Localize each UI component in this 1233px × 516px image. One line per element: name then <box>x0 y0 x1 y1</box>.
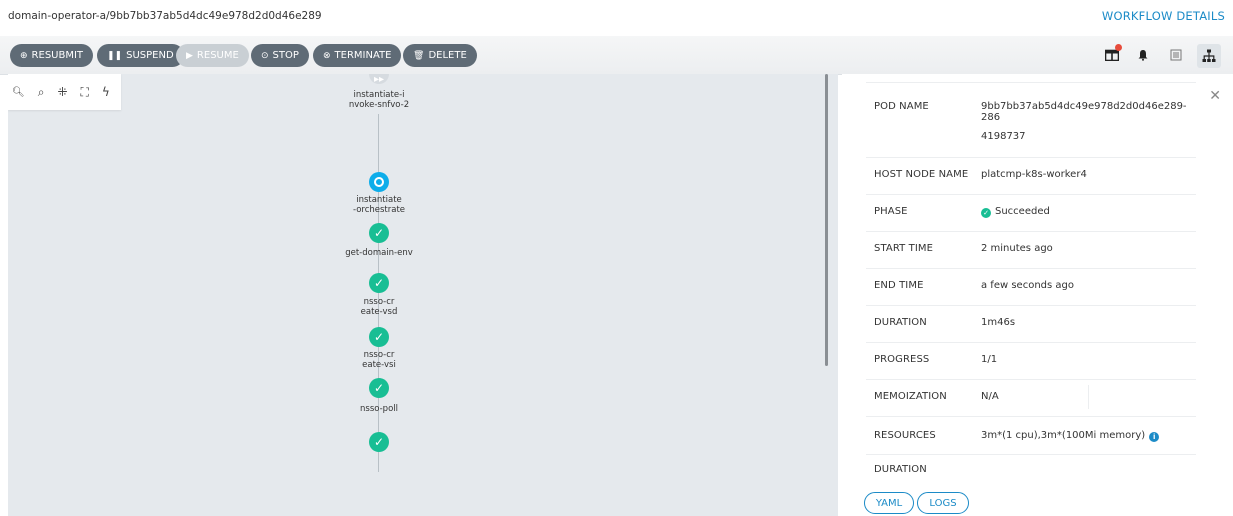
row-start-time: START TIME 2 minutes ago <box>866 231 1196 269</box>
resubmit-button[interactable]: ⊕ RESUBMIT <box>10 44 94 67</box>
terminate-label: TERMINATE <box>334 50 392 61</box>
suspend-label: SUSPEND <box>126 50 174 61</box>
graph-node-get-domain-env[interactable]: ✓ <box>369 223 389 243</box>
row-value: 1/1 <box>981 354 998 365</box>
row-memoization: MEMOIZATION N/A <box>866 379 1196 417</box>
node-label: nsso-poll <box>360 404 398 414</box>
row-phase: PHASE ✓ Succeeded <box>866 194 1196 232</box>
row-value: a few seconds ago <box>981 280 1074 291</box>
row-value: ✓ Succeeded <box>981 206 1050 218</box>
delete-label: DELETE <box>428 50 467 61</box>
row-key: DURATION <box>874 464 927 475</box>
close-icon[interactable]: ✕ <box>1209 88 1221 104</box>
node-label: get-domain-env <box>345 248 413 258</box>
zoom-out-icon[interactable]: 🔍︎ <box>12 87 25 98</box>
trash-icon: 🗑 <box>413 50 425 61</box>
row-value: 2 minutes ago <box>981 243 1053 254</box>
top-bar: domain-operator-a/9bb7bb37ab5d4dc49e978d… <box>0 0 1233 34</box>
phase-value: Succeeded <box>995 206 1050 217</box>
logs-button[interactable]: LOGS <box>917 492 969 514</box>
delete-button[interactable]: 🗑 DELETE <box>403 44 477 67</box>
play-icon: ▶ <box>186 50 193 61</box>
row-host-node-name: HOST NODE NAME platcmp-k8s-worker4 <box>866 157 1196 195</box>
workflow-details-link[interactable]: WORKFLOW DETAILS <box>1102 9 1225 23</box>
search-icon[interactable]: ⌕ <box>38 85 45 100</box>
row-value-cont: 4198737 <box>981 131 1026 142</box>
graph-scrollbar[interactable] <box>825 74 828 366</box>
times-circle-icon: ⊗ <box>323 50 331 61</box>
row-value: 9bb7bb37ab5d4dc49e978d2d0d46e289-286 <box>981 101 1187 123</box>
graph-node-nsso-create-vsd[interactable]: ✓ <box>369 273 389 293</box>
stop-button[interactable]: ⊙ STOP <box>251 44 309 67</box>
stop-circle-icon: ⊙ <box>261 50 269 61</box>
plus-circle-icon: ⊕ <box>20 50 28 61</box>
cell-divider <box>1088 385 1089 409</box>
graph-node-instantiate-orchestrate[interactable] <box>369 172 389 192</box>
sitemap-icon[interactable] <box>1197 44 1221 68</box>
node-details-panel: ✕ POD NAME 9bb7bb37ab5d4dc49e978d2d0d46e… <box>842 74 1233 516</box>
row-key: RESOURCES <box>874 430 936 441</box>
graph-node-instantiate-invoke[interactable]: ▸▸ <box>369 74 389 85</box>
stop-label: STOP <box>272 50 299 61</box>
row-key: POD NAME <box>874 101 929 112</box>
breadcrumb[interactable]: domain-operator-a/9bb7bb37ab5d4dc49e978d… <box>8 10 322 22</box>
row-key: MEMOIZATION <box>874 391 947 402</box>
row-key: PHASE <box>874 206 908 217</box>
graph-node-final[interactable]: ✓ <box>369 432 389 452</box>
graph-zoom-tools: 🔍︎ ⌕ ⁜ ⛶ ϟ <box>8 74 121 110</box>
node-label: instantiate-i nvoke-snfvo-2 <box>348 90 410 110</box>
row-duration-2: DURATION <box>866 454 1196 484</box>
node-label: nsso-cr eate-vsi <box>362 350 396 370</box>
fullscreen-icon[interactable]: ⛶ <box>81 85 89 100</box>
graph-edge <box>378 114 379 172</box>
row-resources: RESOURCES 3m*(1 cpu),3m*(100Mi memory) i <box>866 416 1196 455</box>
check-circle-icon: ✓ <box>981 208 991 218</box>
resume-button[interactable]: ▶ RESUME <box>176 44 249 67</box>
suspend-button[interactable]: ❚❚ SUSPEND <box>97 44 184 67</box>
expand-icon[interactable]: ⁜ <box>57 85 67 99</box>
bolt-icon[interactable]: ϟ <box>102 85 110 99</box>
list-icon[interactable] <box>1167 46 1185 64</box>
bell-icon[interactable] <box>1134 46 1152 64</box>
row-key: PROGRESS <box>874 354 930 365</box>
row-key: DURATION <box>874 317 927 328</box>
workflow-graph[interactable]: 🔍︎ ⌕ ⁜ ⛶ ϟ ▸▸ instantiate-i nvoke-snfvo-… <box>8 74 838 516</box>
graph-node-nsso-poll[interactable]: ✓ <box>369 378 389 398</box>
row-pod-name: POD NAME 9bb7bb37ab5d4dc49e978d2d0d46e28… <box>866 82 1196 158</box>
columns-icon[interactable] <box>1103 44 1122 64</box>
pause-icon: ❚❚ <box>107 50 123 61</box>
graph-node-nsso-create-vsi[interactable]: ✓ <box>369 327 389 347</box>
row-key: END TIME <box>874 280 924 291</box>
row-value: 1m46s <box>981 317 1016 328</box>
resume-label: RESUME <box>196 50 239 61</box>
row-value: N/A <box>981 391 999 402</box>
row-value: platcmp-k8s-worker4 <box>981 169 1087 180</box>
resubmit-label: RESUBMIT <box>31 50 84 61</box>
row-duration: DURATION 1m46s <box>866 305 1196 343</box>
row-progress: PROGRESS 1/1 <box>866 342 1196 380</box>
toolbar: ⊕ RESUBMIT ❚❚ SUSPEND ▶ RESUME ⊙ STOP ⊗ … <box>0 36 1233 75</box>
row-key: HOST NODE NAME <box>874 169 969 180</box>
row-key: START TIME <box>874 243 934 254</box>
row-end-time: END TIME a few seconds ago <box>866 268 1196 306</box>
node-label: instantiate -orchestrate <box>352 195 406 215</box>
yaml-button[interactable]: YAML <box>864 492 914 514</box>
notification-dot <box>1115 44 1122 51</box>
info-icon[interactable]: i <box>1149 432 1160 442</box>
resources-value: 3m*(1 cpu),3m*(100Mi memory) <box>981 430 1146 441</box>
node-label: nsso-cr eate-vsd <box>360 297 398 317</box>
terminate-button[interactable]: ⊗ TERMINATE <box>313 44 402 67</box>
row-value: 3m*(1 cpu),3m*(100Mi memory) i <box>981 430 1160 442</box>
